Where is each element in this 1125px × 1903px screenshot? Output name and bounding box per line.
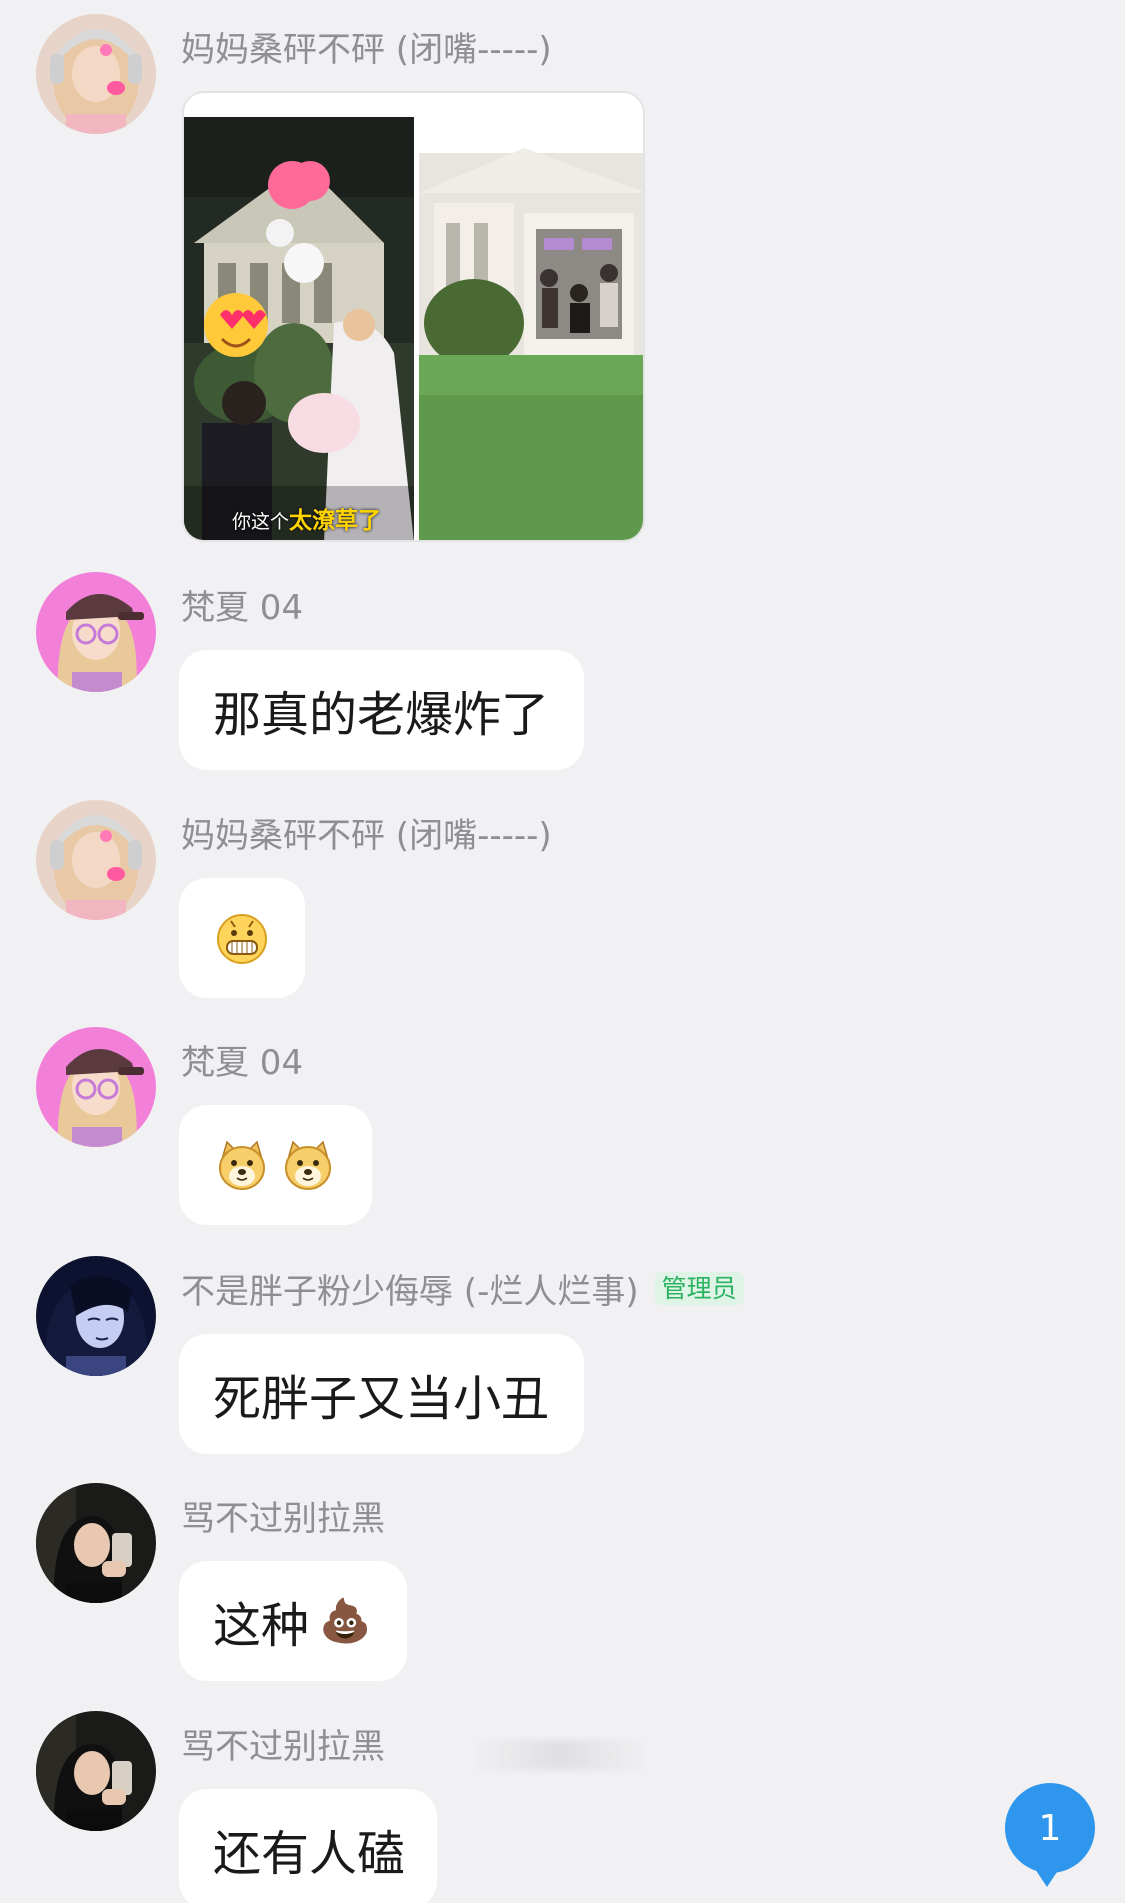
emoji-message-bubble[interactable] bbox=[179, 878, 305, 998]
emoji-message-bubble[interactable] bbox=[179, 1105, 372, 1225]
sender-name: 梵夏 04 bbox=[181, 1043, 304, 1083]
admin-badge: 管理员 bbox=[654, 1272, 744, 1305]
message-text: 那真的老爆炸了 bbox=[213, 687, 550, 743]
watermark bbox=[470, 1740, 650, 1770]
grin-emoji-icon bbox=[217, 914, 267, 964]
text-message-bubble[interactable]: 死胖子又当小丑 bbox=[179, 1334, 584, 1454]
avatar[interactable] bbox=[36, 572, 156, 692]
sender-name: 骂不过别拉黑 bbox=[181, 1499, 385, 1539]
message-text: 还有人磕 bbox=[213, 1826, 406, 1882]
poop-emoji-icon: 💩 bbox=[319, 1596, 372, 1645]
text-message-bubble[interactable]: 这种 💩 bbox=[179, 1561, 407, 1681]
avatar[interactable] bbox=[36, 1256, 156, 1376]
doge-emoji-icon bbox=[285, 1140, 331, 1190]
message-text: 死胖子又当小丑 bbox=[213, 1371, 550, 1427]
sender-name: 妈妈桑砰不砰 (闭嘴-----) bbox=[181, 30, 552, 70]
sender-name: 不是胖子粉少侮辱 (-烂人烂事) 管理员 bbox=[181, 1264, 744, 1313]
image-message[interactable]: 你这个太潦草了 bbox=[182, 91, 645, 542]
sender-name: 妈妈桑砰不砰 (闭嘴-----) bbox=[181, 816, 552, 856]
avatar[interactable] bbox=[36, 14, 156, 134]
sender-name: 梵夏 04 bbox=[181, 588, 304, 628]
avatar[interactable] bbox=[36, 1711, 156, 1831]
sender-name: 骂不过别拉黑 bbox=[181, 1727, 385, 1767]
avatar[interactable] bbox=[36, 1027, 156, 1147]
doge-emoji-icon bbox=[219, 1140, 265, 1190]
text-message-bubble[interactable]: 还有人磕 bbox=[179, 1789, 437, 1903]
message-text: 这种 bbox=[213, 1598, 310, 1654]
avatar[interactable] bbox=[36, 800, 156, 920]
unread-count-badge[interactable]: 1 bbox=[1005, 1783, 1095, 1887]
text-message-bubble[interactable]: 那真的老爆炸了 bbox=[179, 650, 584, 770]
avatar[interactable] bbox=[36, 1483, 156, 1603]
image-caption: 你这个太潦草了 bbox=[232, 508, 382, 534]
